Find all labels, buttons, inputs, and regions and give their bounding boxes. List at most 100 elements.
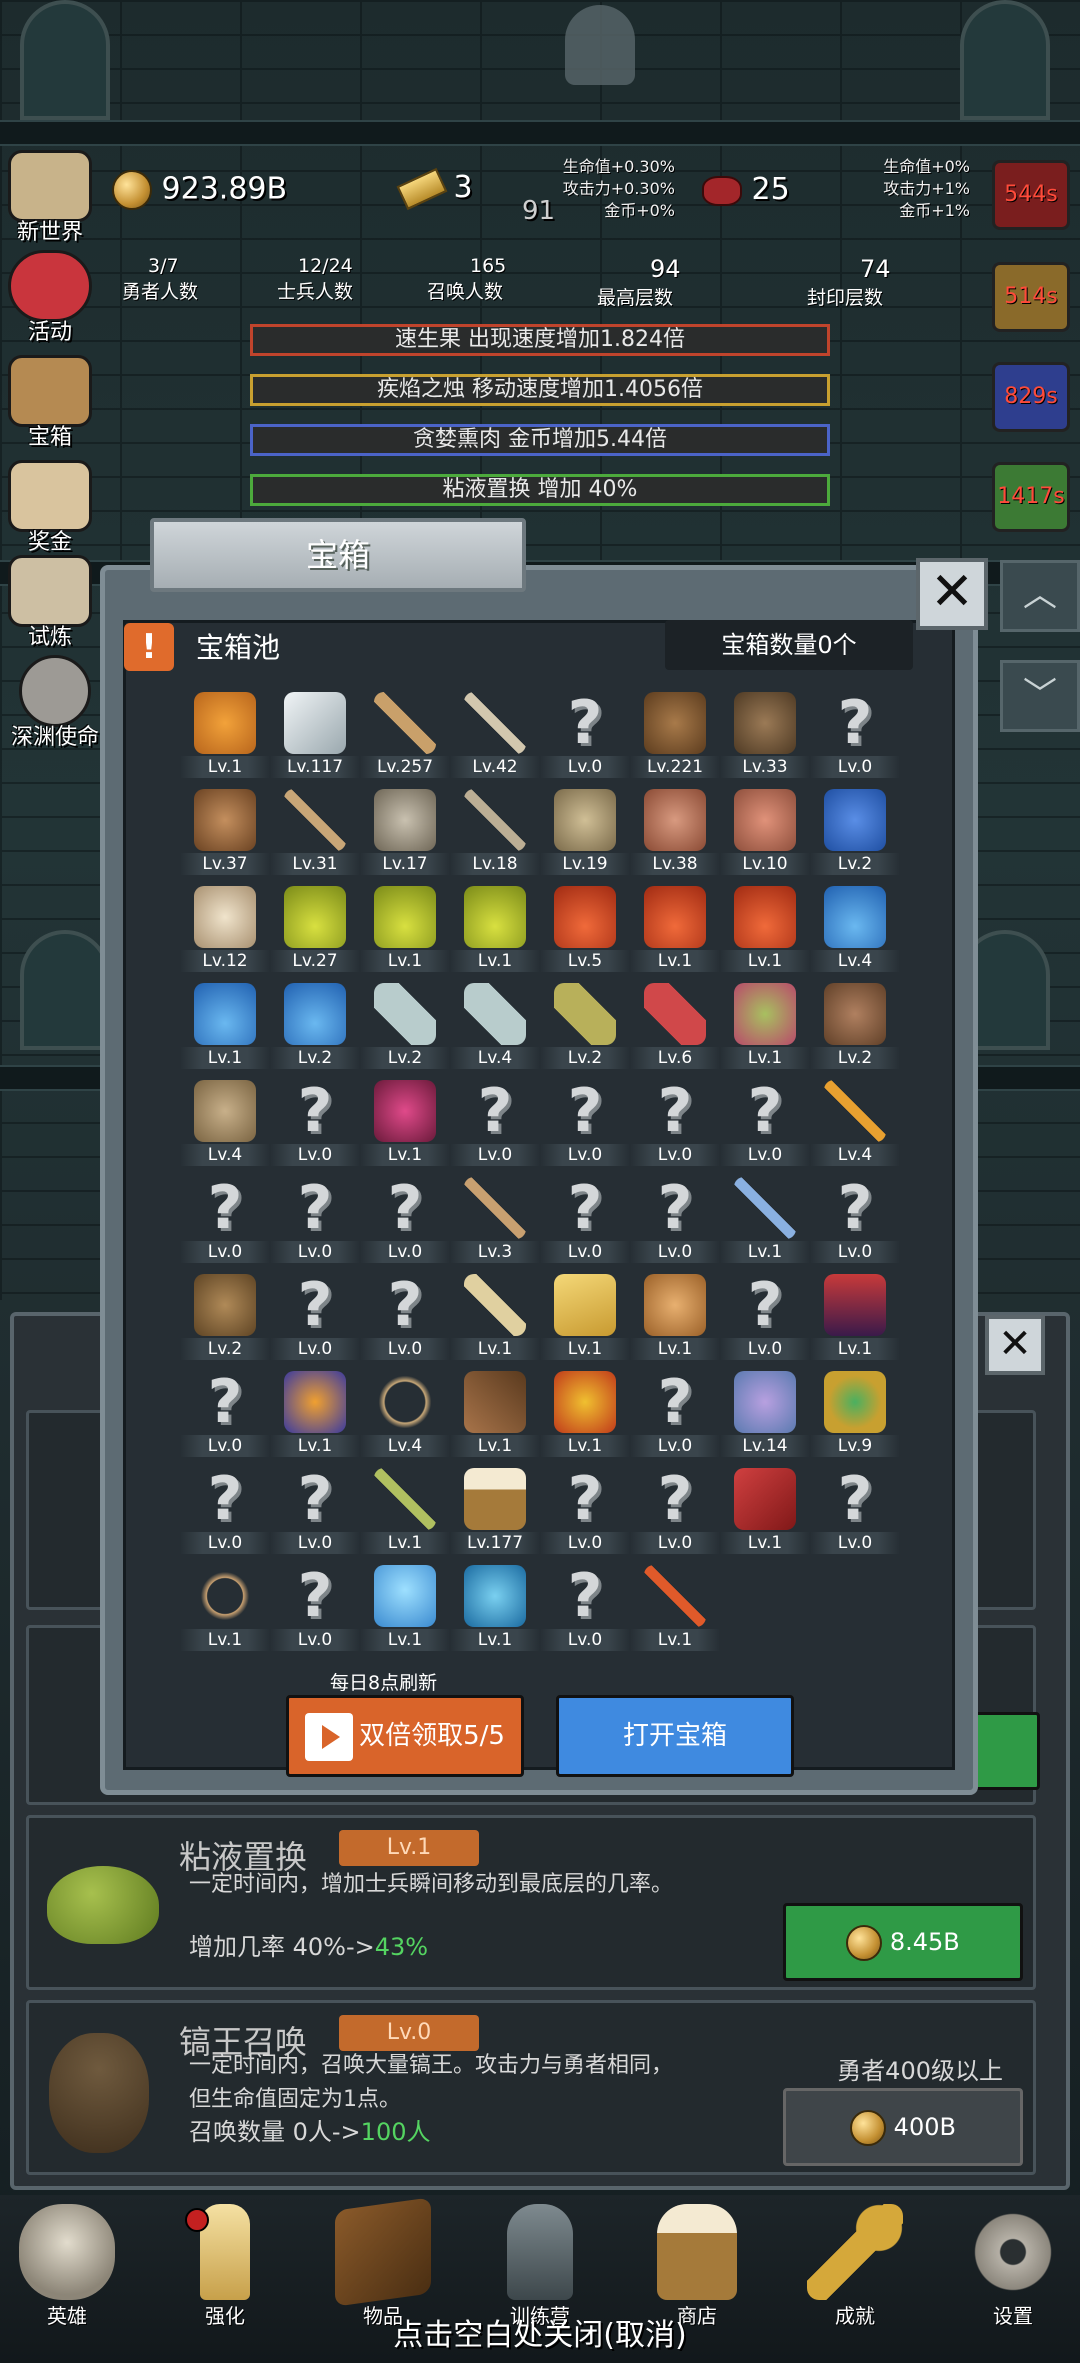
open-chest-button[interactable]: 打开宝箱 [556, 1695, 794, 1777]
chest-modal-close-button[interactable]: ✕ [916, 558, 988, 630]
chest-item[interactable]: Lv.17 [360, 785, 450, 877]
upgrade-pickaxe-buy-button[interactable]: 400B [783, 2088, 1023, 2166]
chest-item[interactable]: Lv.1 [360, 1561, 450, 1653]
chest-item[interactable]: Lv.1 [450, 882, 540, 974]
chest-item[interactable]: Lv.117 [270, 688, 360, 780]
chest-item[interactable]: ? Lv.0 [270, 1561, 360, 1653]
chest-item[interactable]: ? Lv.0 [540, 1464, 630, 1556]
chest-item[interactable]: Lv.1 [360, 882, 450, 974]
chest-item[interactable]: ? Lv.0 [810, 1464, 900, 1556]
buff-timer[interactable]: 829s [992, 362, 1070, 432]
chest-item[interactable]: Lv.12 [180, 882, 270, 974]
chest-item[interactable]: Lv.33 [720, 688, 810, 780]
chest-item[interactable]: ? Lv.0 [360, 1270, 450, 1362]
chest-item[interactable]: Lv.1 [180, 1561, 270, 1653]
chest-item[interactable]: Lv.18 [450, 785, 540, 877]
chest-item[interactable]: Lv.3 [450, 1173, 540, 1265]
buff-timer[interactable]: 544s [992, 160, 1070, 230]
chest-item[interactable]: Lv.1 [180, 688, 270, 780]
side-event[interactable]: 活动 [0, 250, 100, 346]
chest-item[interactable]: ? Lv.0 [810, 1173, 900, 1265]
chest-item[interactable]: ? Lv.0 [720, 1270, 810, 1362]
chest-item[interactable]: ? Lv.0 [180, 1367, 270, 1459]
chest-item[interactable]: Lv.1 [810, 1270, 900, 1362]
chest-item[interactable]: ? Lv.0 [180, 1464, 270, 1556]
chest-item[interactable]: Lv.4 [810, 882, 900, 974]
chest-item[interactable]: Lv.2 [180, 1270, 270, 1362]
upgrade-panel-close-button[interactable]: ✕ [985, 1315, 1045, 1375]
chest-item[interactable]: ? Lv.0 [540, 688, 630, 780]
chest-item[interactable]: Lv.1 [630, 1270, 720, 1362]
buff-timer[interactable]: 514s [992, 262, 1070, 332]
chest-item[interactable]: Lv.1 [630, 1561, 720, 1653]
chest-item[interactable]: Lv.4 [450, 979, 540, 1071]
info-icon[interactable]: ! [124, 623, 174, 671]
chest-item[interactable]: Lv.1 [180, 979, 270, 1071]
chest-item[interactable]: ? Lv.0 [540, 1076, 630, 1168]
side-bonus[interactable]: 奖金 [0, 460, 100, 556]
chest-item[interactable]: ? Lv.0 [450, 1076, 540, 1168]
side-chest[interactable]: 宝箱 [0, 355, 100, 451]
chest-item[interactable]: Lv.2 [810, 785, 900, 877]
chest-item[interactable]: Lv.1 [540, 1367, 630, 1459]
chest-item[interactable]: Lv.1 [720, 979, 810, 1071]
double-claim-button[interactable]: 双倍领取5/5 [286, 1695, 524, 1777]
chest-item[interactable]: Lv.1 [360, 1464, 450, 1556]
close-hint[interactable]: 点击空白处关闭(取消) [0, 2310, 1080, 2354]
chest-item[interactable]: ? Lv.0 [540, 1561, 630, 1653]
chest-item[interactable]: Lv.221 [630, 688, 720, 780]
scroll-up-button[interactable]: ︿ [1000, 560, 1080, 632]
chest-item[interactable]: Lv.37 [180, 785, 270, 877]
chest-item[interactable]: ? Lv.0 [270, 1173, 360, 1265]
wooden-sword-icon [374, 692, 436, 754]
chest-item[interactable]: Lv.19 [540, 785, 630, 877]
chest-item[interactable]: Lv.38 [630, 785, 720, 877]
scroll-down-button[interactable]: ﹀ [1000, 660, 1080, 732]
chest-item[interactable]: ? Lv.0 [270, 1076, 360, 1168]
chest-item[interactable]: Lv.2 [270, 979, 360, 1071]
chest-item[interactable]: Lv.4 [810, 1076, 900, 1168]
chest-item[interactable]: ? Lv.0 [630, 1367, 720, 1459]
chest-item[interactable]: ? Lv.0 [630, 1076, 720, 1168]
chest-item[interactable]: Lv.5 [540, 882, 630, 974]
chest-item[interactable]: ? Lv.0 [810, 688, 900, 780]
chest-item[interactable]: Lv.4 [360, 1367, 450, 1459]
chest-item[interactable]: Lv.1 [450, 1367, 540, 1459]
chest-item[interactable]: Lv.1 [630, 882, 720, 974]
chest-item[interactable]: Lv.2 [540, 979, 630, 1071]
chest-item[interactable]: Lv.6 [630, 979, 720, 1071]
chest-item[interactable]: Lv.177 [450, 1464, 540, 1556]
side-new-world[interactable]: 新世界 [0, 150, 100, 246]
chest-item[interactable]: Lv.1 [450, 1270, 540, 1362]
chest-item[interactable]: ? Lv.0 [180, 1173, 270, 1265]
chest-item[interactable]: ? Lv.0 [270, 1270, 360, 1362]
chest-item[interactable]: Lv.9 [810, 1367, 900, 1459]
chest-item[interactable]: Lv.2 [360, 979, 450, 1071]
chest-item[interactable]: ? Lv.0 [720, 1076, 810, 1168]
chest-item[interactable]: Lv.27 [270, 882, 360, 974]
chest-item[interactable]: ? Lv.0 [540, 1173, 630, 1265]
side-trial[interactable]: 试炼 [0, 555, 100, 651]
chest-item[interactable]: Lv.14 [720, 1367, 810, 1459]
chest-item[interactable]: Lv.1 [720, 1173, 810, 1265]
chest-item[interactable]: Lv.4 [180, 1076, 270, 1168]
chest-item[interactable]: Lv.2 [810, 979, 900, 1071]
chest-item[interactable]: Lv.1 [360, 1076, 450, 1168]
chest-item[interactable]: Lv.1 [720, 1464, 810, 1556]
chest-item[interactable]: Lv.257 [360, 688, 450, 780]
chest-item[interactable]: Lv.1 [270, 1367, 360, 1459]
chest-item[interactable]: Lv.1 [720, 882, 810, 974]
chest-item[interactable]: Lv.1 [540, 1270, 630, 1362]
chest-item[interactable]: Lv.1 [450, 1561, 540, 1653]
chest-item[interactable]: ? Lv.0 [270, 1464, 360, 1556]
close-icon: ✕ [998, 1321, 1032, 1367]
chest-item[interactable]: Lv.31 [270, 785, 360, 877]
upgrade-slime-buy-button[interactable]: 8.45B [783, 1903, 1023, 1981]
chest-item[interactable]: ? Lv.0 [360, 1173, 450, 1265]
chest-item[interactable]: Lv.42 [450, 688, 540, 780]
side-abyss-mission[interactable]: 深渊使命 [0, 655, 110, 751]
chest-item[interactable]: ? Lv.0 [630, 1464, 720, 1556]
chest-item[interactable]: ? Lv.0 [630, 1173, 720, 1265]
buff-timer[interactable]: 1417s [992, 462, 1070, 532]
chest-item[interactable]: Lv.10 [720, 785, 810, 877]
